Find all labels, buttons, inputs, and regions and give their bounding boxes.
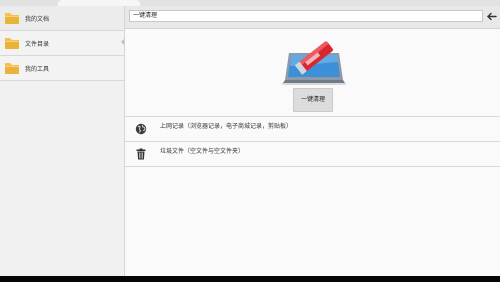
main-panel: 一键清理 一键清理 上网记录（浏览器记录，电子商城记录，剪贴板） 垃圾文件（空文… — [125, 6, 500, 276]
globe-icon — [135, 123, 147, 135]
sidebar-collapse-arrow-icon[interactable] — [121, 39, 124, 45]
sidebar-item-label: 文件目录 — [25, 41, 50, 48]
sidebar-item-label: 我的文档 — [25, 16, 50, 23]
trash-icon — [135, 148, 147, 160]
sidebar-item-label: 我的工具 — [25, 66, 50, 73]
system-bottom-bar — [0, 276, 500, 282]
list-item-junk-files[interactable]: 垃圾文件（空文件与空文件夹） — [125, 141, 500, 167]
list-item-label: 上网记录（浏览器记录，电子商城记录，剪贴板） — [160, 123, 293, 130]
folder-icon — [4, 10, 20, 26]
back-arrow-icon[interactable] — [486, 11, 497, 22]
folder-icon — [4, 60, 20, 76]
sidebar-item-file-directory[interactable]: 文件目录 — [0, 31, 124, 56]
list-item-browsing-history[interactable]: 上网记录（浏览器记录，电子商城记录，剪贴板） — [125, 116, 500, 141]
toolbar: 一键清理 — [125, 6, 500, 29]
folder-icon — [4, 35, 20, 51]
sidebar-item-my-tools[interactable]: 我的工具 — [0, 56, 124, 81]
one-click-clean-button[interactable]: 一键清理 — [293, 88, 333, 112]
sidebar: 我的文档 文件目录 我的工具 — [0, 6, 125, 276]
eraser-laptop-icon — [279, 38, 349, 86]
sidebar-item-my-documents[interactable]: 我的文档 — [0, 6, 124, 31]
list-item-label: 垃圾文件（空文件与空文件夹） — [160, 148, 245, 155]
path-input[interactable]: 一键清理 — [129, 10, 483, 22]
